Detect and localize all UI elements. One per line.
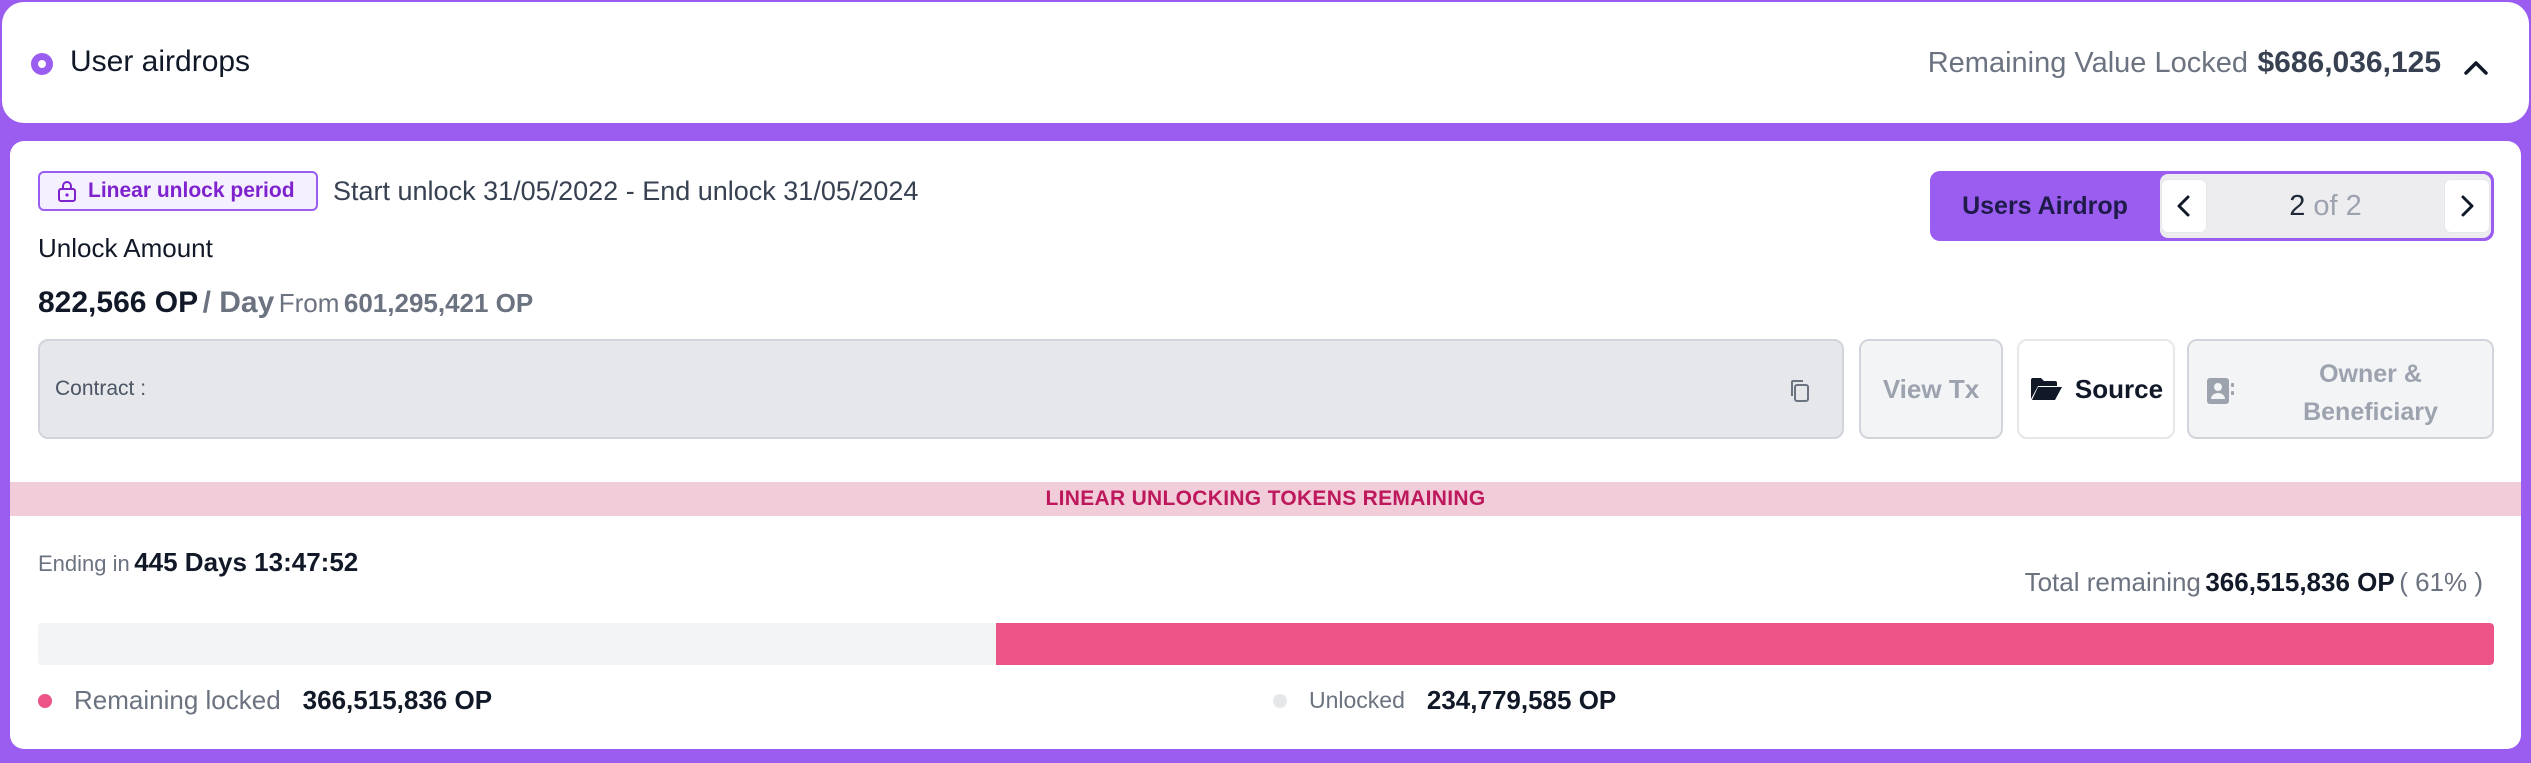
pager-current: 2 (2289, 190, 2306, 222)
total-remaining-value: 366,515,836 OP (2205, 567, 2395, 597)
unlocked-dot-icon (1273, 693, 1287, 708)
locked-dot-icon (38, 693, 52, 708)
source-label: Source (2074, 373, 2164, 404)
contract-field: Contract : (38, 339, 1844, 439)
ending-label: Ending in (38, 551, 130, 576)
unlocked-value: 234,779,585 OP (1426, 685, 1617, 715)
unlock-amount-label: Unlock Amount (38, 233, 213, 263)
unlock-from-value: 601,295,421 OP (343, 288, 534, 318)
ending-value: 445 Days 13:47:52 (134, 547, 359, 577)
total-remaining-label: Total remaining (2024, 567, 2201, 597)
owner-beneficiary-label: Owner & Beneficiary (2249, 355, 2492, 431)
remaining-locked-fill (995, 623, 2494, 665)
chevron-right-icon (2461, 195, 2474, 217)
unlock-rate: 822,566 OP / Day From 601,295,421 OP (38, 286, 533, 320)
owner-label-line2: Beneficiary (2303, 398, 2438, 426)
unlock-rate-unit: / Day (202, 286, 275, 319)
lock-icon (58, 181, 76, 202)
owner-beneficiary-button[interactable]: Owner & Beneficiary (2187, 339, 2494, 439)
section-title: User airdrops (70, 45, 251, 78)
next-button[interactable] (2445, 180, 2489, 232)
airdrops-header[interactable]: User airdrops Remaining Value Locked $68… (2, 2, 2529, 123)
chevron-up-icon[interactable] (2459, 52, 2493, 82)
remaining-value-locked-value: $686,036,125 (2257, 46, 2441, 79)
copy-icon[interactable] (1788, 378, 1812, 404)
unlock-rate-amount: 822,566 OP (38, 286, 199, 319)
total-remaining-percent: ( 61% ) (2399, 567, 2483, 597)
unlock-from-label: From (278, 288, 340, 318)
ending-countdown: Ending in 445 Days 13:47:52 (38, 547, 358, 578)
strip-title: LINEAR UNLOCKING TOKENS REMAINING (1045, 487, 1486, 510)
airdrop-navigator: Users Airdrop 2 of 2 (1930, 171, 2494, 241)
remaining-locked-label: Remaining locked (74, 685, 281, 715)
folder-open-icon (2030, 378, 2062, 400)
legend-remaining-locked: Remaining locked 366,515,836 OP (38, 685, 492, 716)
radio-dot-icon (31, 53, 53, 75)
pager-total: of 2 (2313, 190, 2362, 222)
remaining-value-locked-label: Remaining Value Locked (1927, 47, 2248, 79)
pager-indicator: 2 of 2 (2160, 190, 2491, 223)
linear-unlocking-strip: LINEAR UNLOCKING TOKENS REMAINING (10, 482, 2521, 516)
owner-label-line1: Owner & (2319, 360, 2422, 388)
unlock-dates: Start unlock 31/05/2022 - End unlock 31/… (333, 176, 919, 206)
pager: 2 of 2 (2160, 174, 2491, 238)
remaining-locked-value: 366,515,836 OP (302, 685, 493, 715)
unlocked-label: Unlocked (1309, 687, 1405, 713)
total-remaining: Total remaining 366,515,836 OP ( 61% ) (2025, 567, 2483, 598)
badge-label: Linear unlock period (88, 179, 295, 202)
airdrop-nav-label: Users Airdrop (1962, 191, 2128, 220)
source-button[interactable]: Source (2017, 339, 2175, 439)
legend-unlocked: Unlocked 234,779,585 OP (1273, 685, 1616, 716)
view-tx-button[interactable]: View Tx (1859, 339, 2003, 439)
view-tx-label: View Tx (1882, 373, 1980, 404)
airdrop-detail-panel: Linear unlock period Start unlock 31/05/… (10, 141, 2521, 749)
unlock-progress-bar (38, 623, 2494, 665)
contact-card-icon (2207, 378, 2234, 404)
linear-unlock-badge: Linear unlock period (38, 171, 318, 211)
contract-label: Contract : (55, 377, 147, 400)
